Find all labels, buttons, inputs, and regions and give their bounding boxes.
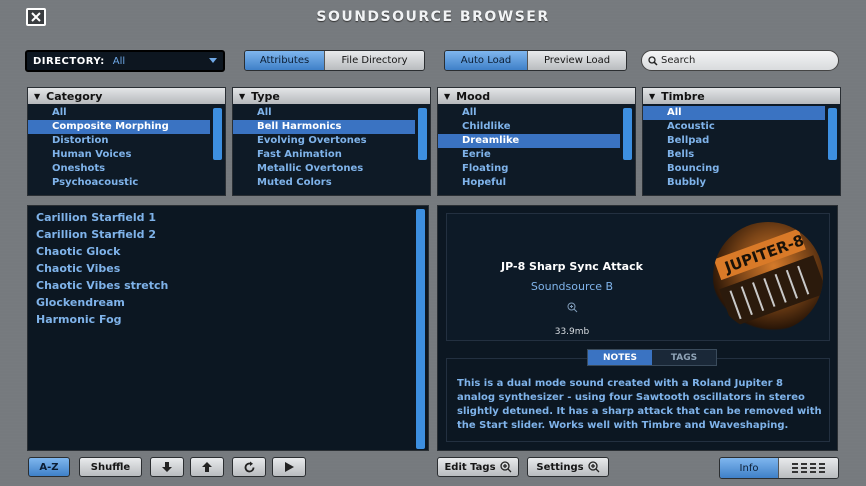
play-button[interactable] xyxy=(272,457,306,477)
list-item[interactable]: Glockendream xyxy=(28,294,428,311)
mood-item[interactable]: Eerie xyxy=(438,148,620,162)
category-item[interactable]: Psychoacoustic xyxy=(28,176,210,190)
category-item[interactable]: Oneshots xyxy=(28,162,210,176)
settings-button[interactable]: Settings xyxy=(527,457,609,477)
move-up-button[interactable] xyxy=(190,457,224,477)
type-item[interactable]: Fast Animation xyxy=(233,148,415,162)
results-scrollbar[interactable] xyxy=(416,209,425,449)
triangle-down-icon: ▼ xyxy=(444,91,451,101)
category-filter: ▼ Category All Composite Morphing Distort… xyxy=(27,87,226,196)
timbre-item[interactable]: Bells xyxy=(643,148,825,162)
timbre-header: ▼ Timbre xyxy=(643,88,840,104)
timbre-item[interactable]: Bouncing xyxy=(643,162,825,176)
zoom-in-icon xyxy=(499,461,511,473)
type-item[interactable]: Evolving Overtones xyxy=(233,134,415,148)
refresh-button[interactable] xyxy=(232,457,266,477)
type-header: ▼ Type xyxy=(233,88,430,104)
notes-box: This is a dual mode sound created with a… xyxy=(446,358,830,442)
mood-item[interactable]: All xyxy=(438,106,620,120)
mood-item[interactable]: Hopeful xyxy=(438,176,620,190)
directory-value: All xyxy=(112,55,126,67)
notes-text: This is a dual mode sound created with a… xyxy=(457,378,822,431)
edit-tags-button[interactable]: Edit Tags xyxy=(437,457,519,477)
timbre-item[interactable]: Acoustic xyxy=(643,120,825,134)
auto-load-button[interactable]: Auto Load xyxy=(445,51,528,70)
settings-label: Settings xyxy=(536,461,584,473)
category-header: ▼ Category xyxy=(28,88,225,104)
type-scrollbar[interactable] xyxy=(418,108,427,160)
triangle-down-icon: ▼ xyxy=(34,91,41,101)
tab-attributes[interactable]: Attributes xyxy=(245,51,325,70)
timbre-item[interactable]: Bubbly xyxy=(643,176,825,190)
view-tabs: Attributes File Directory xyxy=(244,50,425,71)
directory-dropdown[interactable]: DIRECTORY: All xyxy=(25,50,225,72)
category-item[interactable]: All xyxy=(28,106,210,120)
tab-tags[interactable]: TAGS xyxy=(652,350,716,365)
list-item[interactable]: Carillion Starfield 2 xyxy=(28,226,428,243)
list-item[interactable]: Harmonic Fog xyxy=(28,311,428,328)
type-item[interactable]: Muted Colors xyxy=(233,176,415,190)
sound-info-card: JP-8 Sharp Sync Attack Soundsource B 33.… xyxy=(446,213,830,341)
timbre-item[interactable]: All xyxy=(643,106,825,120)
synth-image: JUPITER-8 xyxy=(713,228,823,327)
window-title: SOUNDSOURCE BROWSER xyxy=(316,9,550,25)
shuffle-button[interactable]: Shuffle xyxy=(79,457,142,477)
mood-header: ▼ Mood xyxy=(438,88,635,104)
zoom-icon[interactable] xyxy=(567,302,578,313)
triangle-down-icon: ▼ xyxy=(239,91,246,101)
sound-source[interactable]: Soundsource B xyxy=(477,280,667,293)
play-icon xyxy=(285,462,294,472)
sound-name: JP-8 Sharp Sync Attack xyxy=(501,260,643,273)
directory-label: DIRECTORY: xyxy=(33,55,105,67)
view-mode-toggle: Info xyxy=(719,457,839,479)
refresh-icon xyxy=(244,461,254,472)
info-panel: JP-8 Sharp Sync Attack Soundsource B 33.… xyxy=(437,205,838,451)
results-list: Carillion Starfield 1 Carillion Starfiel… xyxy=(27,205,429,451)
mood-scrollbar[interactable] xyxy=(623,108,632,160)
triangle-down-icon: ▼ xyxy=(649,91,656,101)
grid-list-icon xyxy=(791,463,825,473)
timbre-filter: ▼ Timbre All Acoustic Bellpad Bells Bounc… xyxy=(642,87,841,196)
search-box xyxy=(641,50,839,71)
list-view-button[interactable] xyxy=(779,458,838,478)
title-bar: SOUNDSOURCE BROWSER xyxy=(0,0,866,36)
edit-tags-label: Edit Tags xyxy=(444,461,496,473)
info-tabs: NOTES TAGS xyxy=(587,349,717,366)
tab-notes[interactable]: NOTES xyxy=(588,350,652,365)
list-item[interactable]: Chaotic Vibes xyxy=(28,260,428,277)
load-tabs: Auto Load Preview Load xyxy=(444,50,627,71)
search-input[interactable] xyxy=(661,55,821,66)
category-item[interactable]: Human Voices xyxy=(28,148,210,162)
timbre-item[interactable]: Bellpad xyxy=(643,134,825,148)
sound-size: 33.9mb xyxy=(554,327,590,337)
timbre-scrollbar[interactable] xyxy=(828,108,837,160)
chevron-down-icon xyxy=(209,58,217,63)
list-item[interactable]: Chaotic Glock xyxy=(28,243,428,260)
category-scrollbar[interactable] xyxy=(213,108,222,160)
arrow-up-icon xyxy=(202,462,212,472)
search-icon xyxy=(648,55,658,66)
category-item[interactable]: Composite Morphing xyxy=(28,120,210,134)
move-down-button[interactable] xyxy=(150,457,184,477)
mood-filter: ▼ Mood All Childlike Dreamlike Eerie Floa… xyxy=(437,87,636,196)
type-item[interactable]: Metallic Overtones xyxy=(233,162,415,176)
mood-item[interactable]: Childlike xyxy=(438,120,620,134)
info-button[interactable]: Info xyxy=(720,458,779,478)
preview-load-button[interactable]: Preview Load xyxy=(528,51,626,70)
instrument-image: JUPITER-8 xyxy=(713,222,823,332)
sort-az-button[interactable]: A-Z xyxy=(28,457,70,477)
category-item[interactable]: Distortion xyxy=(28,134,210,148)
arrow-down-icon xyxy=(162,462,172,472)
list-item[interactable]: Carillion Starfield 1 xyxy=(28,209,428,226)
type-item[interactable]: All xyxy=(233,106,415,120)
zoom-in-icon xyxy=(587,461,600,473)
type-filter: ▼ Type All Bell Harmonics Evolving Overto… xyxy=(232,87,431,196)
type-item[interactable]: Bell Harmonics xyxy=(233,120,415,134)
mood-item[interactable]: Floating xyxy=(438,162,620,176)
mood-item[interactable]: Dreamlike xyxy=(438,134,620,148)
tab-file-directory[interactable]: File Directory xyxy=(325,51,424,70)
list-item[interactable]: Chaotic Vibes stretch xyxy=(28,277,428,294)
